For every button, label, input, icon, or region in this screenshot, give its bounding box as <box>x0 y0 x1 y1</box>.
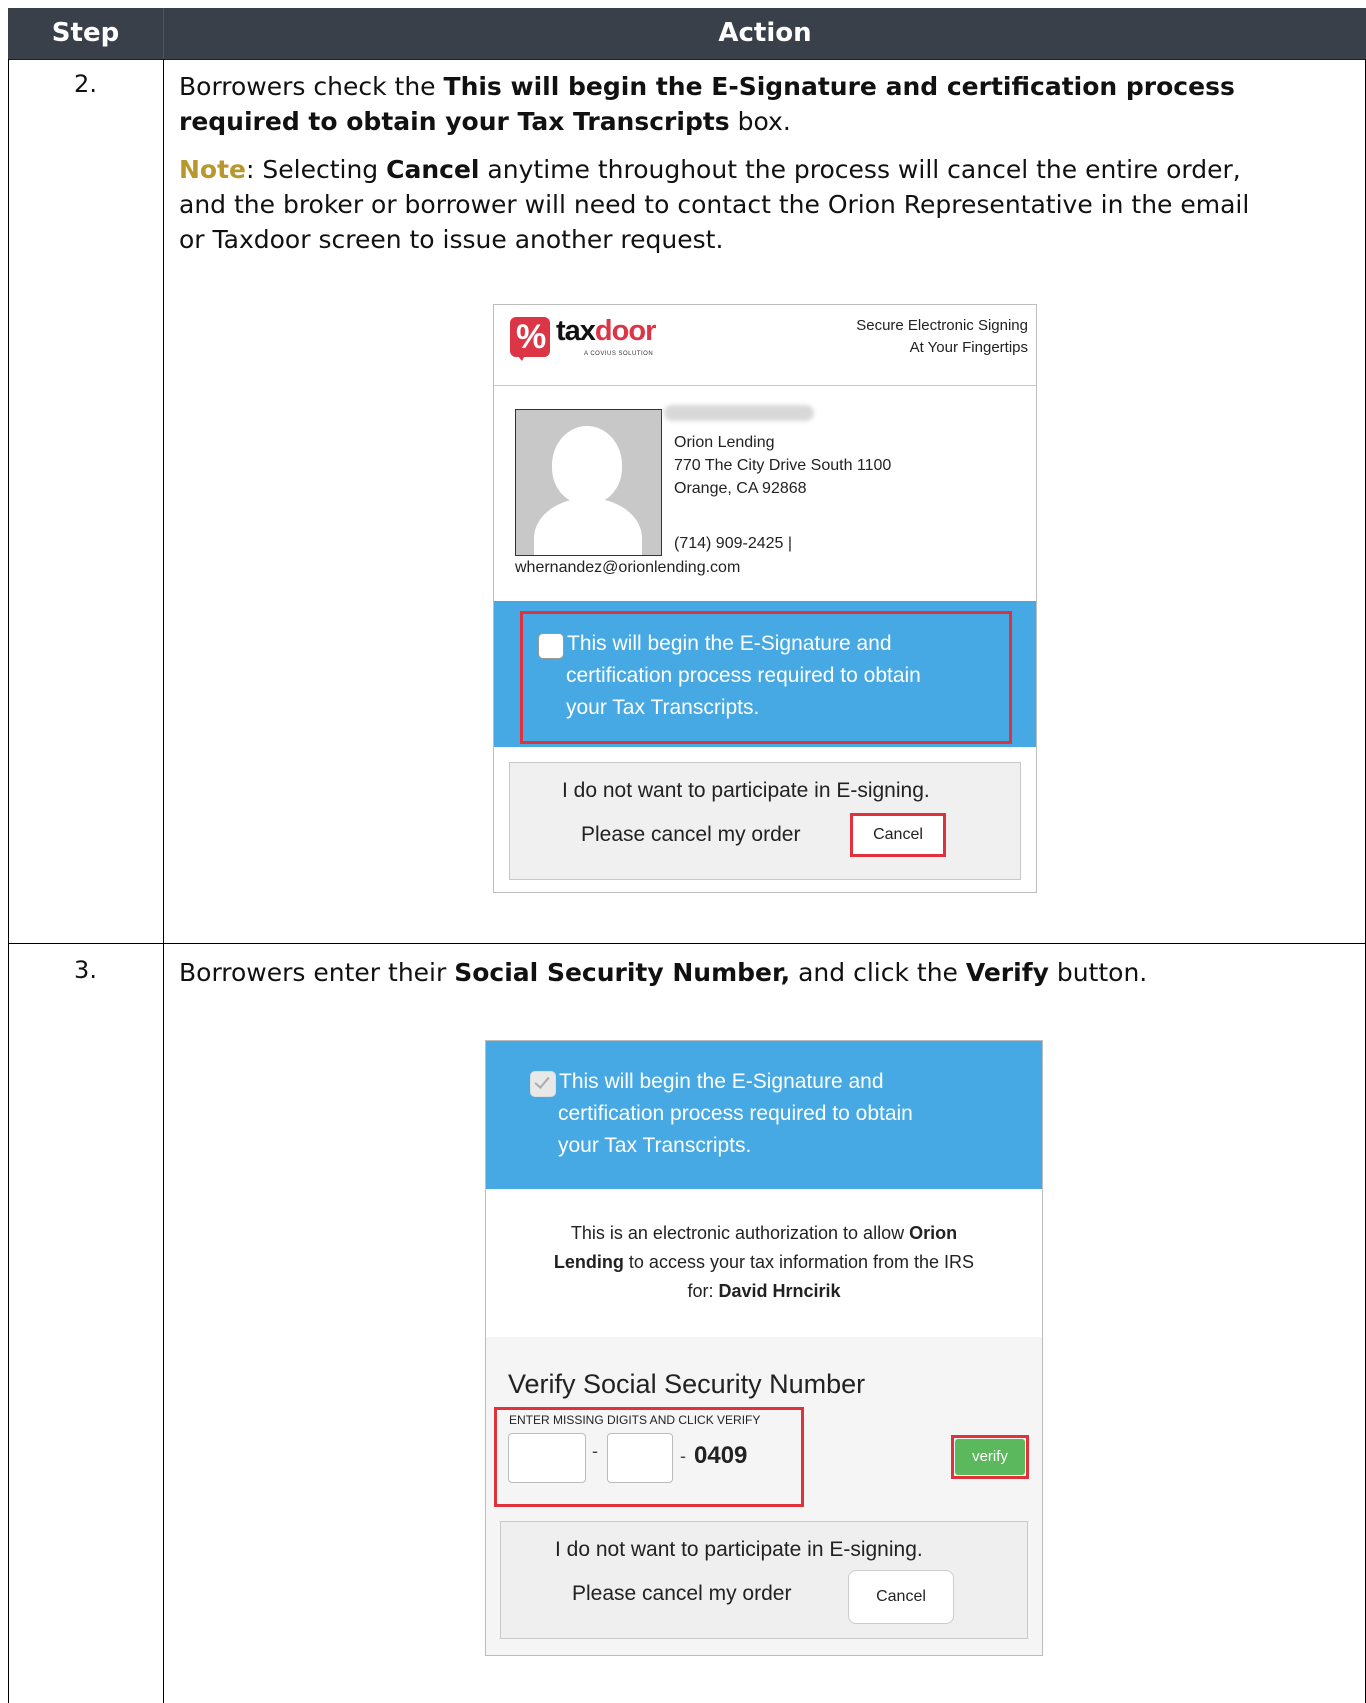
optout-line2: Please cancel my order <box>572 1582 792 1605</box>
optout-panel: I do not want to participate in E-signin… <box>509 762 1021 880</box>
consent-panel: This will begin the E-Signature and cert… <box>494 601 1036 747</box>
row-divider <box>8 943 1366 944</box>
tagline: Secure Electronic Signing At Your Fingert… <box>856 317 1028 356</box>
verify-section: Verify Social Security Number ENTER MISS… <box>486 1337 1042 1655</box>
optout-line1: I do not want to participate in E-signin… <box>562 779 930 802</box>
verify-title: Verify Social Security Number <box>508 1369 866 1399</box>
logo-subtitle: A COVIUS SOLUTION <box>584 351 654 357</box>
step-column-header: Step <box>8 8 164 59</box>
column-divider <box>163 59 164 1703</box>
action-column-header: Action <box>718 18 812 48</box>
highlight-box <box>520 611 1012 744</box>
consent-panel-checked: This will begin the E-Signature and cert… <box>486 1041 1042 1189</box>
taxdoor-logo: taxdoor <box>556 315 656 347</box>
step-2-note: Note: Selecting Cancel anytime throughou… <box>179 155 1250 254</box>
taxdoor-consent-screenshot: % taxdoor A COVIUS SOLUTION Secure Elect… <box>493 304 1037 893</box>
phone: (714) 909-2425 | <box>674 535 793 552</box>
step-3-instruction: Borrowers enter their Social Security Nu… <box>179 958 1148 987</box>
optout-line1: I do not want to participate in E-signin… <box>555 1538 923 1561</box>
step-2-instruction: Borrowers check the This will begin the … <box>179 72 1235 136</box>
lender-contact: Orion Lending 770 The City Drive South 1… <box>674 434 892 497</box>
optout-panel: I do not want to participate in E-signin… <box>500 1521 1028 1639</box>
highlight-box <box>494 1407 804 1507</box>
table-border-left <box>8 59 9 1703</box>
optout-line2: Please cancel my order <box>581 823 801 846</box>
redacted-name <box>664 405 814 421</box>
avatar <box>515 409 662 556</box>
highlight-box <box>951 1435 1029 1479</box>
consent-label-line3: your Tax Transcripts. <box>558 1134 752 1157</box>
step-number: 3. <box>74 956 97 984</box>
cancel-button[interactable]: Cancel <box>848 1570 954 1624</box>
instruction-table: Step Action 2. Borrowers check the This … <box>8 8 1366 1703</box>
authorization-text: This is an electronic authorization to a… <box>553 1223 975 1301</box>
email: whernandez@orionlending.com <box>515 559 741 576</box>
step-number: 2. <box>74 70 97 98</box>
cancel-button[interactable]: Cancel <box>850 813 946 857</box>
consent-checkbox-checked[interactable] <box>530 1071 556 1097</box>
consent-label-line1: This will begin the E-Signature and <box>559 1070 884 1093</box>
taxdoor-verify-screenshot: This will begin the E-Signature and cert… <box>485 1040 1043 1656</box>
table-header: Step Action <box>8 8 1366 60</box>
consent-label-line2: certification process required to obtain <box>558 1102 913 1125</box>
taxdoor-header: % taxdoor A COVIUS SOLUTION Secure Elect… <box>494 305 1036 386</box>
